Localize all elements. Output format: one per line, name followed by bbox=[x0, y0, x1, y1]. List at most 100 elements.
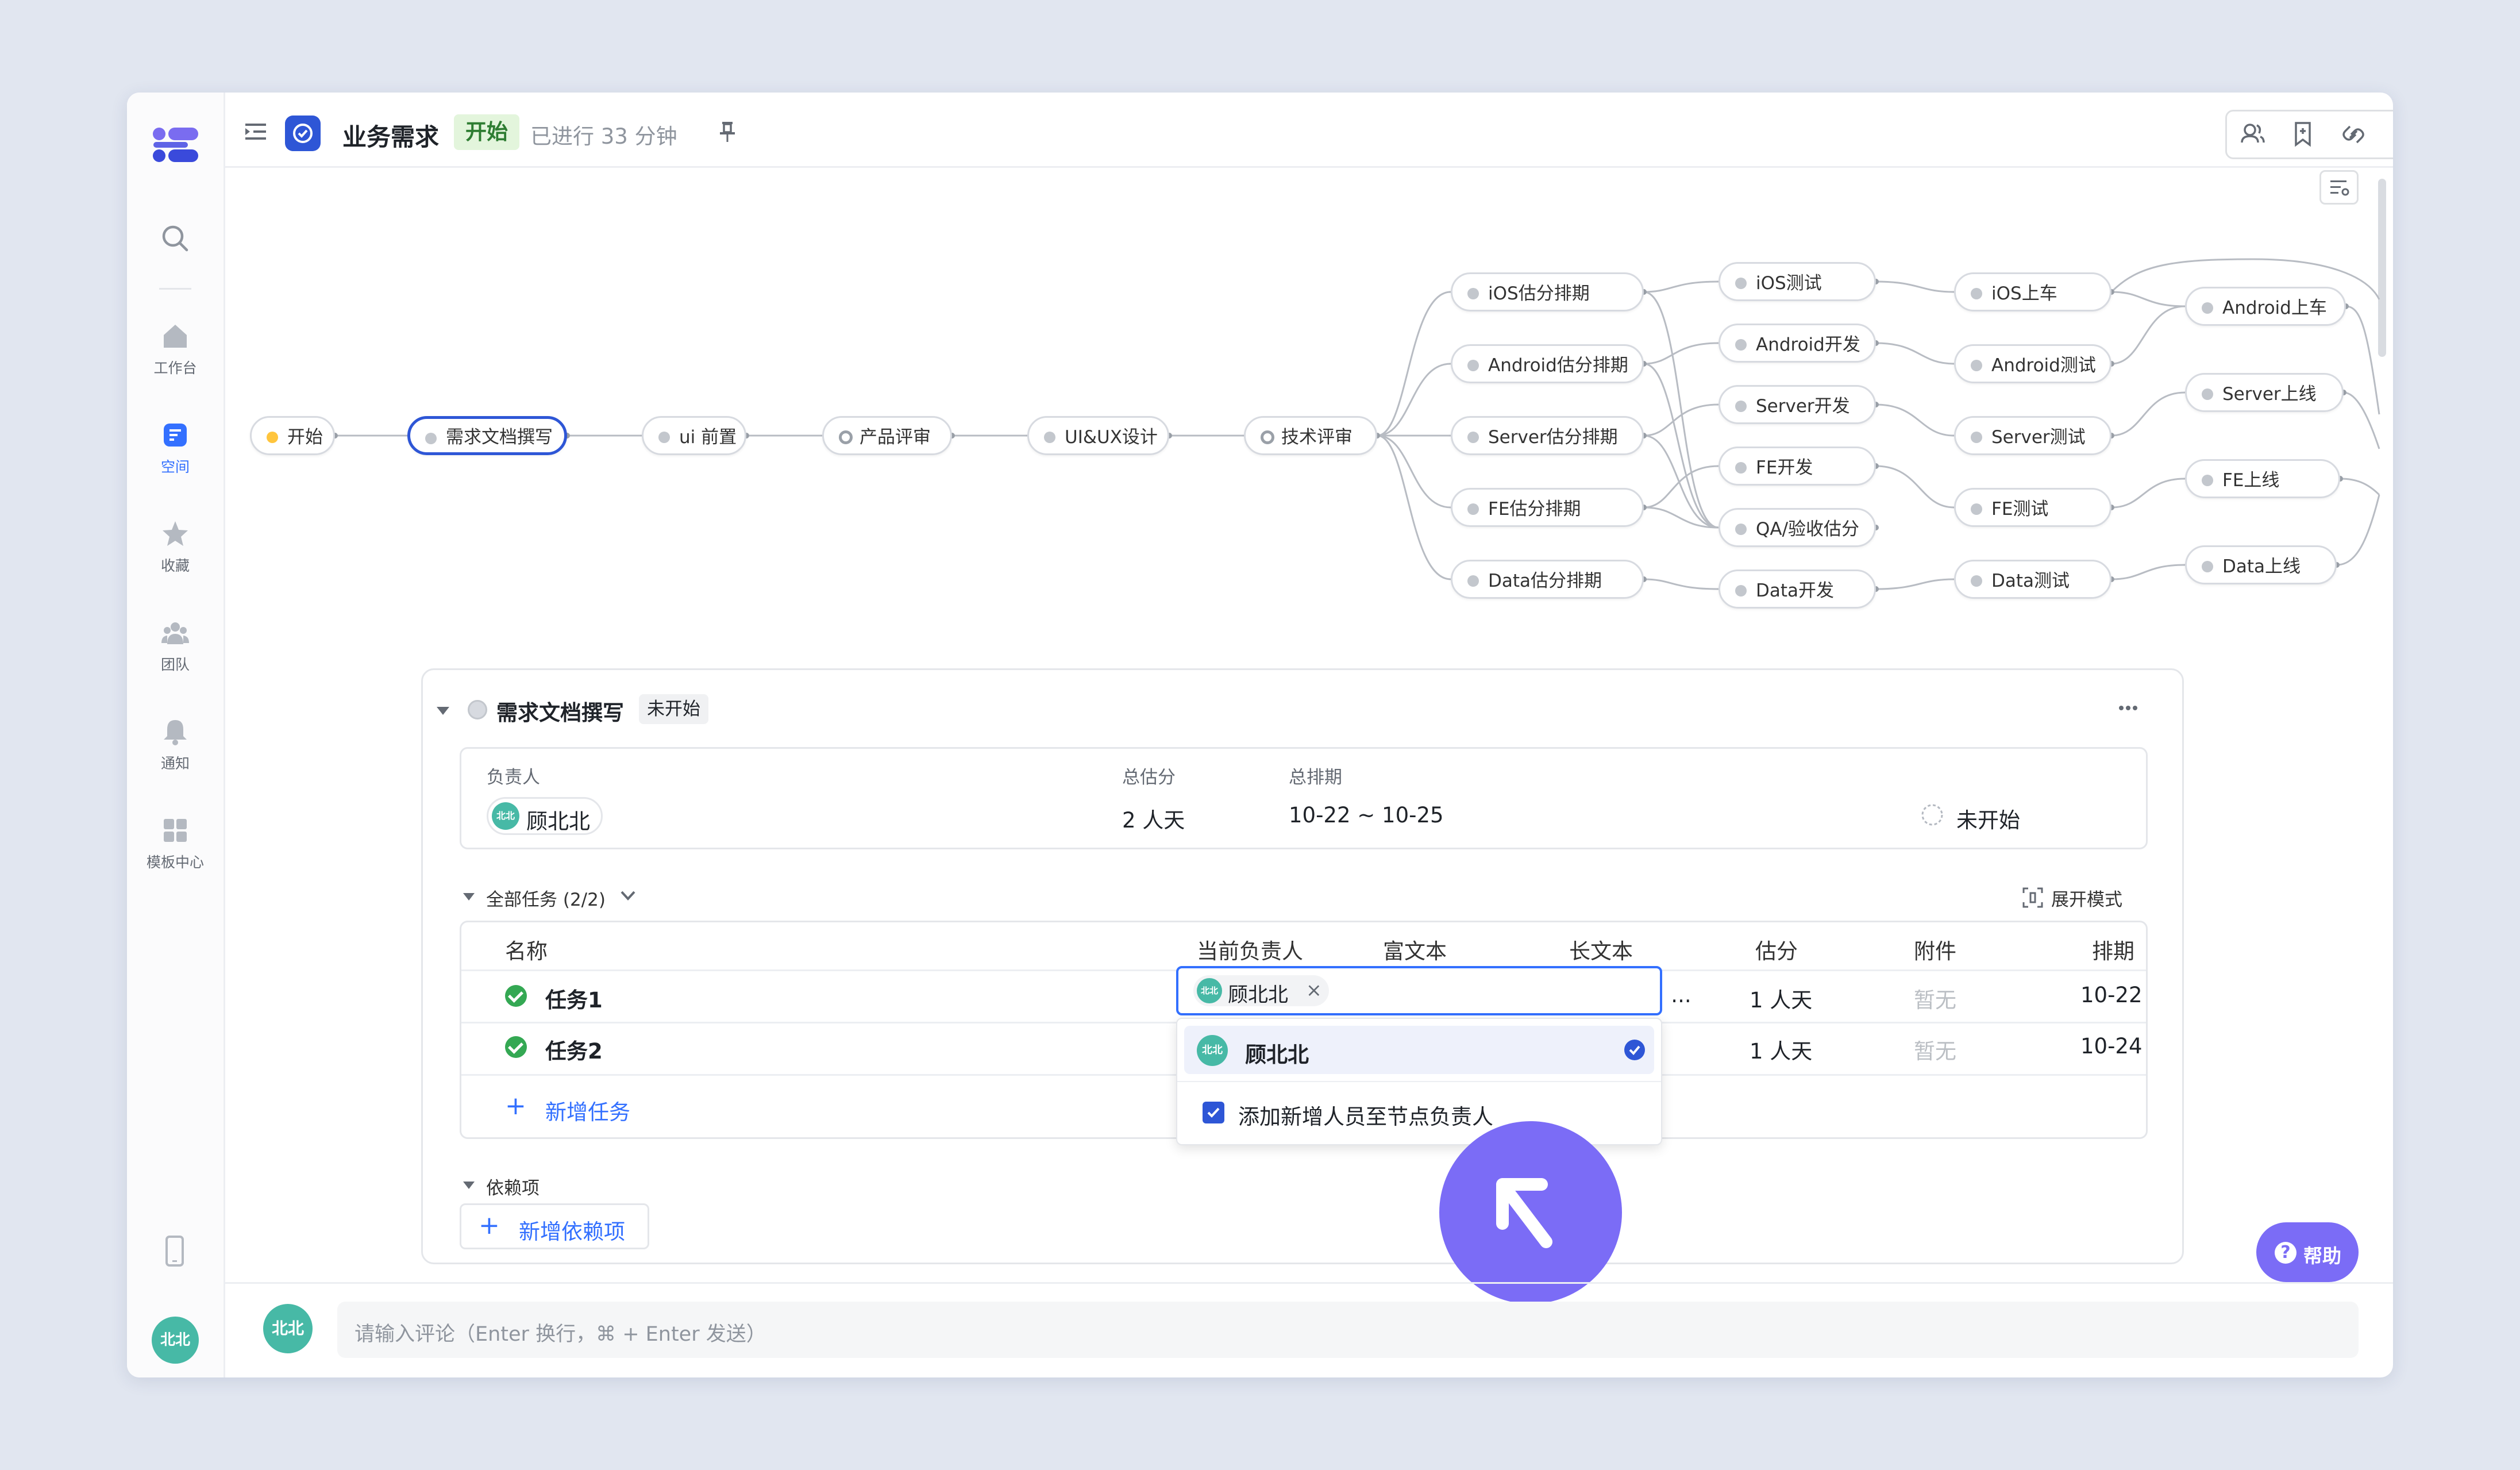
panel-more-button[interactable] bbox=[2111, 696, 2145, 719]
dropdown-divider bbox=[1177, 1081, 1661, 1082]
flow-node-tech-review[interactable]: 技术评审 bbox=[1244, 416, 1377, 455]
status-dot-icon bbox=[267, 432, 278, 443]
bell-icon bbox=[164, 720, 187, 745]
arrow-up-left-icon bbox=[1496, 1178, 1552, 1248]
flow-node-test[interactable]: Data测试 bbox=[1954, 560, 2111, 599]
option-label: 顾北北 bbox=[1245, 1042, 1309, 1067]
user-avatar[interactable]: 北北 bbox=[152, 1317, 199, 1364]
add-task-label: 新增任务 bbox=[545, 1100, 630, 1125]
tasks-section-label: 全部任务 (2/2) bbox=[486, 890, 606, 910]
chip-label: 顾北北 bbox=[1228, 984, 1289, 1007]
status-dot-icon bbox=[1971, 575, 1982, 587]
flow-node-release[interactable]: Data上线 bbox=[2185, 545, 2337, 584]
column-header-attachment: 附件 bbox=[1914, 939, 1956, 964]
flow-node-release[interactable]: Android上车 bbox=[2185, 287, 2346, 326]
flow-node-develop[interactable]: iOS测试 bbox=[1718, 262, 1876, 301]
status-dot-icon bbox=[1467, 575, 1479, 587]
mobile-icon[interactable] bbox=[165, 1235, 184, 1267]
expand-mode-icon[interactable] bbox=[2021, 886, 2044, 909]
owner-chip[interactable]: 北北 顾北北 bbox=[487, 797, 603, 835]
avatar: 北北 bbox=[492, 802, 519, 830]
task-schedule: 10-22 bbox=[2080, 983, 2143, 1007]
column-header-richtext: 富文本 bbox=[1383, 939, 1447, 964]
help-button[interactable]: ? 帮助 bbox=[2256, 1222, 2359, 1282]
remove-chip-icon[interactable]: × bbox=[1306, 979, 1322, 1001]
sidebar-item-templates[interactable]: 模板中心 bbox=[127, 815, 224, 872]
task-attachment: 暂无 bbox=[1914, 1039, 1956, 1064]
flow-node-estimate[interactable]: Data估分排期 bbox=[1451, 560, 1644, 599]
flow-node-ui-prep[interactable]: ui 前置 bbox=[642, 416, 746, 455]
add-dependency-label: 新增依赖项 bbox=[519, 1219, 625, 1244]
flow-node-start[interactable]: 开始 bbox=[250, 416, 335, 455]
column-header-name: 名称 bbox=[505, 939, 548, 964]
status-dot-icon bbox=[1735, 462, 1747, 474]
collapse-triangle-icon[interactable] bbox=[437, 707, 449, 715]
panel-status-badge: 未开始 bbox=[639, 694, 708, 724]
flow-node-estimate[interactable]: iOS估分排期 bbox=[1451, 272, 1644, 311]
task-name: 任务1 bbox=[545, 988, 603, 1013]
flow-node-estimate[interactable]: Server估分排期 bbox=[1451, 416, 1644, 455]
not-started-icon bbox=[1921, 803, 1944, 826]
sidebar-item-label: 模板中心 bbox=[146, 854, 204, 871]
flow-node-test[interactable]: Android测试 bbox=[1954, 344, 2111, 383]
assignee-chip[interactable]: 北北 顾北北 × bbox=[1193, 975, 1329, 1007]
add-to-owner-checkbox[interactable] bbox=[1203, 1102, 1224, 1123]
status-dot-icon bbox=[1467, 432, 1479, 443]
status-dot-icon bbox=[658, 432, 670, 443]
status-dot-icon bbox=[2202, 561, 2213, 572]
flow-node-test[interactable]: iOS上车 bbox=[1954, 272, 2111, 311]
status-dot-icon bbox=[2202, 388, 2213, 400]
flow-node-requirement-doc[interactable]: 需求文档撰写 bbox=[407, 416, 567, 455]
column-header-estimate: 估分 bbox=[1755, 939, 1798, 964]
flow-node-uiux-design[interactable]: UI&UX设计 bbox=[1027, 416, 1169, 455]
status-dot-icon bbox=[1735, 278, 1747, 289]
flow-node-develop[interactable]: Data开发 bbox=[1718, 569, 1876, 609]
flow-node-develop[interactable]: QA/验收估分 bbox=[1718, 508, 1876, 547]
status-dot-icon bbox=[1467, 503, 1479, 515]
status-dot-icon bbox=[425, 433, 437, 444]
panel-title: 需求文档撰写 bbox=[496, 701, 624, 725]
schedule-label: 总排期 bbox=[1289, 767, 1342, 788]
expand-mode-button[interactable]: 展开模式 bbox=[2051, 885, 2122, 911]
status-dot-icon bbox=[2202, 475, 2213, 486]
assignee-option[interactable]: 北北 顾北北 bbox=[1184, 1026, 1654, 1074]
status-dot-icon bbox=[1735, 339, 1747, 351]
chevron-down-icon[interactable] bbox=[618, 887, 638, 905]
flow-node-release[interactable]: FE上线 bbox=[2185, 459, 2340, 498]
status-dot-icon bbox=[1971, 432, 1982, 443]
info-card: 负责人 北北 顾北北 总估分 2 人天 总排期 10-22 ~ 10-25 未开… bbox=[460, 747, 2148, 849]
status-dot-icon bbox=[1044, 432, 1055, 443]
flow-node-test[interactable]: FE测试 bbox=[1954, 488, 2111, 527]
collapse-triangle-icon[interactable] bbox=[463, 893, 475, 901]
comment-avatar: 北北 bbox=[263, 1304, 313, 1353]
flow-node-product-review[interactable]: 产品评审 bbox=[822, 416, 952, 455]
flow-node-develop[interactable]: Server开发 bbox=[1718, 385, 1876, 424]
template-icon bbox=[164, 819, 187, 842]
flow-node-estimate[interactable]: FE估分排期 bbox=[1451, 488, 1644, 527]
flow-node-release[interactable]: Server上线 bbox=[2185, 373, 2344, 412]
comment-input[interactable]: 请输入评论（Enter 换行，⌘ + Enter 发送） bbox=[337, 1302, 2359, 1358]
flow-node-develop[interactable]: FE开发 bbox=[1718, 447, 1876, 486]
add-dependency-button[interactable]: + 新增依赖项 bbox=[460, 1203, 649, 1249]
flow-node-estimate[interactable]: Android估分排期 bbox=[1451, 344, 1644, 383]
status-dot-icon bbox=[1971, 288, 1982, 299]
plus-icon: + bbox=[479, 1211, 500, 1240]
flow-node-develop[interactable]: Android开发 bbox=[1718, 324, 1876, 363]
assignee-input[interactable]: 北北 顾北北 × bbox=[1176, 966, 1662, 1015]
task-schedule: 10-24 bbox=[2080, 1034, 2143, 1059]
status-dot-icon bbox=[468, 700, 487, 719]
status-dot-icon bbox=[1735, 524, 1747, 535]
sidebar-item-label: 通知 bbox=[160, 755, 190, 772]
flow-node-test[interactable]: Server测试 bbox=[1954, 416, 2111, 455]
cursor-indicator bbox=[1439, 1121, 1622, 1304]
task-done-icon[interactable] bbox=[505, 985, 527, 1007]
dependencies-label: 依赖项 bbox=[486, 1178, 540, 1199]
task-done-icon[interactable] bbox=[505, 1036, 527, 1058]
column-header-assignee: 当前负责人 bbox=[1197, 939, 1303, 964]
collapse-triangle-icon[interactable] bbox=[463, 1182, 475, 1189]
column-header-schedule: 排期 bbox=[2092, 939, 2134, 964]
status-ring-icon bbox=[839, 430, 853, 444]
schedule-value: 10-22 ~ 10-25 bbox=[1289, 803, 1444, 828]
sidebar-item-notifications[interactable]: 通知 bbox=[127, 717, 224, 773]
more-icon bbox=[2119, 706, 2137, 710]
